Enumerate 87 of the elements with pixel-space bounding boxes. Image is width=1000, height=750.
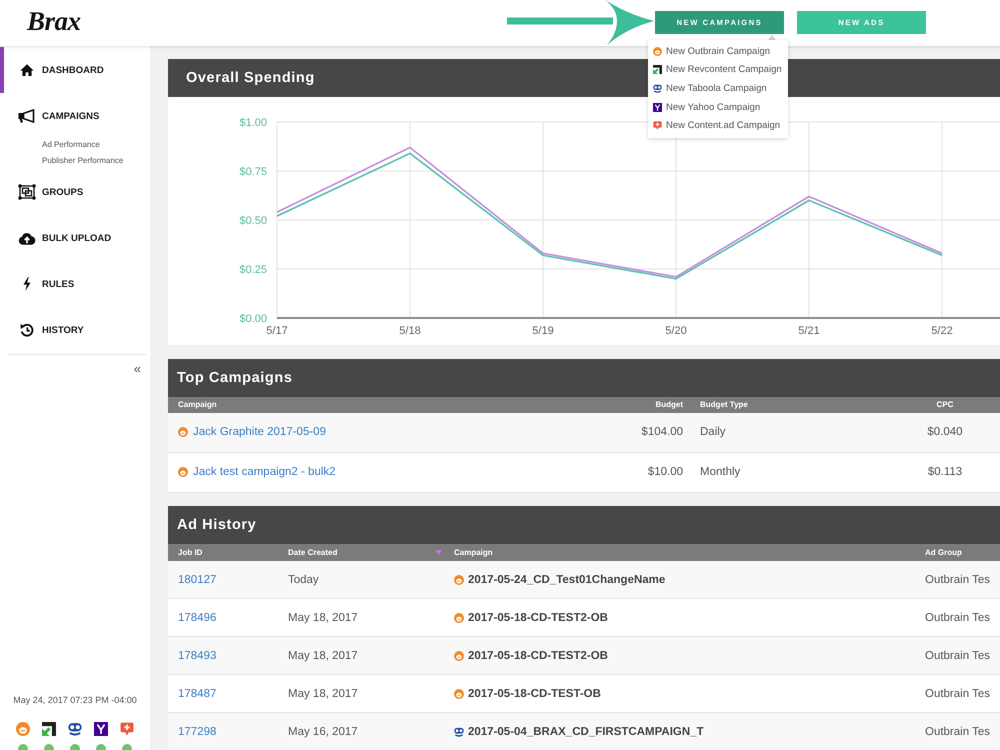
table-cell: Outbrain Tes xyxy=(925,574,990,586)
eyes-icon xyxy=(454,726,464,736)
table-cell: Outbrain Tes xyxy=(925,650,990,662)
x-axis-label: 5/17 xyxy=(266,325,288,337)
job-id-link[interactable]: 180127 xyxy=(178,574,216,586)
job-id-link[interactable]: 178493 xyxy=(178,650,216,662)
table-cell: $10.00 xyxy=(648,466,683,478)
eyes-icon xyxy=(68,722,82,736)
face-badge-icon xyxy=(454,574,464,584)
nav-item[interactable]: RULES xyxy=(0,261,150,307)
campaign-link[interactable]: Jack Graphite 2017-05-09 xyxy=(193,426,326,438)
table-cell: May 18, 2017 xyxy=(288,688,358,700)
face-badge-icon xyxy=(178,467,188,477)
table-cell: $0.040 xyxy=(927,426,963,438)
face-badge-icon xyxy=(454,688,464,698)
column-header: CPC xyxy=(936,400,954,409)
megaphone-icon xyxy=(18,109,36,123)
menu-item[interactable]: New Revcontent Campaign xyxy=(648,60,788,80)
column-header: Budget xyxy=(655,400,683,409)
fork-tile-icon xyxy=(653,102,662,112)
menu-item[interactable]: New Content.ad Campaign xyxy=(648,116,788,135)
panel-title: Top Campaigns xyxy=(177,370,292,386)
column-header: Budget Type xyxy=(700,400,748,409)
face-badge-icon xyxy=(454,650,464,660)
table-cell: May 18, 2017 xyxy=(288,612,358,624)
panel-title: Ad History xyxy=(177,517,256,533)
cloud-upload-icon xyxy=(18,232,36,244)
plus-bubble-icon xyxy=(120,722,134,736)
job-id-link[interactable]: 177298 xyxy=(178,726,216,738)
campaign-name: 2017-05-24_CD_Test01ChangeName xyxy=(468,574,666,586)
panel-title: Overall Spending xyxy=(186,70,315,86)
menu-item[interactable]: New Yahoo Campaign xyxy=(648,98,788,116)
job-id-link[interactable]: 178496 xyxy=(178,612,216,624)
table-cell: Outbrain Tes xyxy=(925,688,990,700)
menu-item[interactable]: New Taboola Campaign xyxy=(648,79,788,98)
campaign-name: 2017-05-18-CD-TEST-OB xyxy=(468,688,601,700)
nav-subitem[interactable]: Ad Performance xyxy=(42,137,100,153)
nested-squares-icon xyxy=(18,184,36,200)
campaign-name: 2017-05-18-CD-TEST2-OB xyxy=(468,612,608,624)
face-badge-icon xyxy=(178,427,188,437)
table-cell: Daily xyxy=(700,426,726,438)
campaign-link[interactable]: Jack test campaign2 - bulk2 xyxy=(193,466,336,478)
x-axis-label: 5/20 xyxy=(665,325,687,337)
nav-item[interactable]: GROUPS xyxy=(0,169,150,215)
table-cell: $0.113 xyxy=(928,466,962,478)
home-icon xyxy=(20,64,34,76)
x-axis-label: 5/22 xyxy=(931,325,953,337)
logo: Brax xyxy=(27,5,81,37)
table-cell: May 16, 2017 xyxy=(288,726,358,738)
face-badge-icon xyxy=(454,612,464,622)
column-header: Campaign xyxy=(178,400,217,409)
table-cell: Monthly xyxy=(700,466,740,478)
fork-tile-icon xyxy=(94,722,108,736)
table-cell: May 18, 2017 xyxy=(288,650,358,662)
x-axis-label: 5/18 xyxy=(399,325,421,337)
face-badge-icon xyxy=(653,46,662,56)
campaign-name: 2017-05-04_BRAX_CD_FIRSTCAMPAIGN_T xyxy=(468,726,704,738)
plus-bubble-icon xyxy=(653,121,662,130)
column-header[interactable]: Date Created xyxy=(288,548,338,557)
y-axis-label: $1.00 xyxy=(239,117,267,129)
y-axis-label: $0.00 xyxy=(239,313,267,325)
column-header[interactable]: Ad Group xyxy=(925,548,962,557)
face-badge-icon xyxy=(16,722,30,736)
table-cell: Outbrain Tes xyxy=(925,726,990,738)
history-icon xyxy=(20,323,34,337)
y-axis-label: $0.25 xyxy=(239,264,267,276)
menu-item[interactable]: New Outbrain Campaign xyxy=(648,42,788,61)
lightning-icon xyxy=(23,277,31,291)
column-header[interactable]: Campaign xyxy=(454,548,493,557)
timestamp: May 24, 2017 07:23 PM -04:00 xyxy=(13,694,137,707)
table-cell: Outbrain Tes xyxy=(925,612,990,624)
y-axis-label: $0.75 xyxy=(239,166,267,178)
y-axis-label: $0.50 xyxy=(239,215,267,227)
nav-item[interactable]: BULK UPLOAD xyxy=(0,215,150,261)
column-header[interactable]: Job ID xyxy=(178,548,202,557)
campaign-name: 2017-05-18-CD-TEST2-OB xyxy=(468,650,608,662)
nav-subitem[interactable]: Publisher Performance xyxy=(42,153,124,169)
table-cell: Today xyxy=(288,574,319,586)
x-axis-label: 5/19 xyxy=(532,325,554,337)
collapse-button[interactable]: « xyxy=(132,361,143,377)
nav-item[interactable]: HISTORY xyxy=(0,307,150,353)
nav-item[interactable]: CAMPAIGNS xyxy=(0,93,150,139)
x-axis-label: 5/21 xyxy=(798,325,820,337)
nav-item[interactable]: DASHBOARD xyxy=(0,47,150,93)
job-id-link[interactable]: 178487 xyxy=(178,688,216,700)
table-cell: $104.00 xyxy=(641,426,683,438)
eyes-icon xyxy=(653,84,662,93)
